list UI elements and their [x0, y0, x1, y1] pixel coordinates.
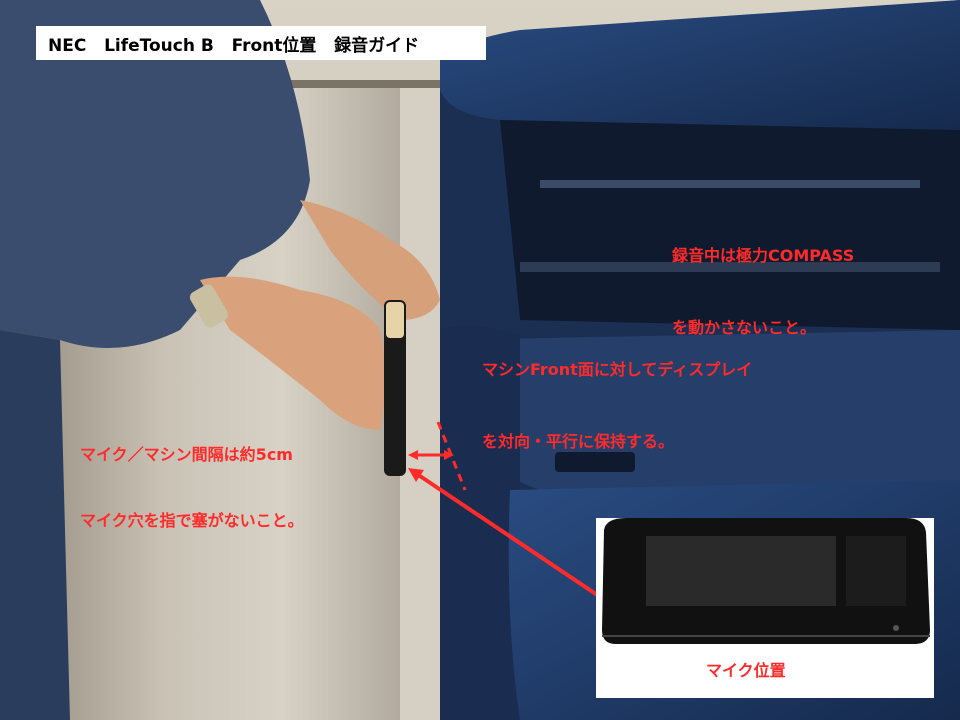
parallel-note: マシンFront面に対してディスプレイ を対向・平行に保持する。 [482, 310, 752, 478]
parallel-line-2: を対向・平行に保持する。 [482, 432, 675, 451]
page-title: NEC LifeTouch B Front位置 録音ガイド [36, 26, 486, 60]
parallel-line-1: マシンFront面に対してディスプレイ [482, 360, 753, 379]
mic-hole-icon [893, 625, 899, 631]
mic-hole-note: マイク穴を指で塞がないこと。 [80, 511, 304, 530]
keep-still-line-1: 録音中は極力COMPASS [672, 246, 855, 265]
mic-position-label: マイク位置 [706, 661, 786, 680]
tablet-device [384, 300, 406, 476]
distance-note: マイク／マシン間隔は約5cm [80, 445, 293, 464]
